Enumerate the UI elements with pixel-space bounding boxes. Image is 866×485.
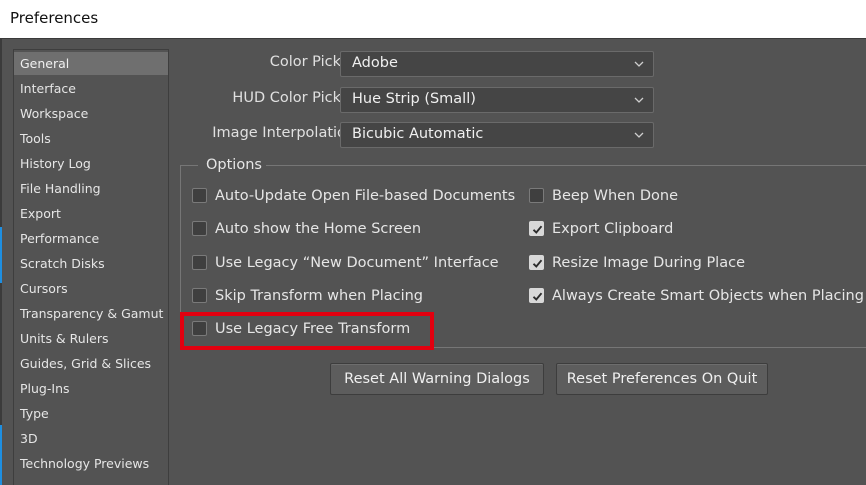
option-label: Auto show the Home Screen: [215, 221, 422, 237]
checkmark-icon: [532, 225, 543, 234]
checkbox[interactable]: [192, 288, 207, 303]
checkbox[interactable]: [529, 221, 544, 236]
option-label: Use Legacy “New Document” Interface: [215, 255, 499, 271]
options-group-border-top: [180, 165, 866, 166]
options-group-title: Options: [206, 157, 262, 173]
option-label: Skip Transform when Placing: [215, 288, 423, 304]
sidebar-item-guides-grid-slices[interactable]: Guides, Grid & Slices: [14, 352, 168, 375]
title-bar: Preferences: [0, 0, 866, 38]
color-picker-select[interactable]: Adobe: [340, 51, 654, 77]
sidebar-item-transparency-gamut[interactable]: Transparency & Gamut: [14, 302, 168, 325]
option-label: Beep When Done: [552, 188, 678, 204]
sidebar-item-file-handling[interactable]: File Handling: [14, 177, 168, 200]
image-interpolation-value: Bicubic Automatic: [352, 126, 484, 142]
hud-color-picker-value: Hue Strip (Small): [352, 91, 476, 107]
checkbox[interactable]: [192, 188, 207, 203]
window-title: Preferences: [10, 9, 99, 27]
sidebar-item-workspace[interactable]: Workspace: [14, 102, 168, 125]
reset-preferences-button[interactable]: Reset Preferences On Quit: [556, 363, 768, 395]
title-bar-divider: [0, 38, 866, 39]
sidebar-item-history-log[interactable]: History Log: [14, 152, 168, 175]
checkbox[interactable]: [529, 188, 544, 203]
highlight-box: [180, 312, 434, 350]
sidebar-item-3d[interactable]: 3D: [14, 427, 168, 450]
edge-accent-bottom: [0, 425, 2, 485]
image-interpolation-select[interactable]: Bicubic Automatic: [340, 122, 654, 148]
checkbox[interactable]: [529, 255, 544, 270]
sidebar-item-interface[interactable]: Interface: [14, 77, 168, 100]
sidebar-item-scratch-disks[interactable]: Scratch Disks: [14, 252, 168, 275]
image-interpolation-label: Image Interpolation:: [212, 125, 360, 141]
chevron-down-icon: [634, 61, 644, 67]
sidebar-item-performance[interactable]: Performance: [14, 227, 168, 250]
checkbox[interactable]: [529, 288, 544, 303]
checkmark-icon: [532, 292, 543, 301]
option-label: Export Clipboard: [552, 221, 674, 237]
checkmark-icon: [532, 259, 543, 268]
edge-accent-top: [0, 227, 2, 283]
sidebar-item-cursors[interactable]: Cursors: [14, 277, 168, 300]
hud-color-picker-select[interactable]: Hue Strip (Small): [340, 87, 654, 113]
sidebar-item-general[interactable]: General: [14, 52, 168, 75]
option-label: Always Create Smart Objects when Placing: [552, 288, 864, 304]
option-label: Auto-Update Open File-based Documents: [215, 188, 516, 204]
window-left-edge: [0, 39, 2, 485]
color-picker-value: Adobe: [352, 55, 398, 71]
sidebar-item-export[interactable]: Export: [14, 202, 168, 225]
chevron-down-icon: [634, 132, 644, 138]
checkbox[interactable]: [192, 255, 207, 270]
preferences-sidebar: General Interface Workspace Tools Histor…: [13, 49, 169, 485]
sidebar-item-plug-ins[interactable]: Plug-Ins: [14, 377, 168, 400]
sidebar-item-type[interactable]: Type: [14, 402, 168, 425]
checkbox[interactable]: [192, 221, 207, 236]
sidebar-item-technology-previews[interactable]: Technology Previews: [14, 452, 168, 475]
sidebar-item-units-rulers[interactable]: Units & Rulers: [14, 327, 168, 350]
chevron-down-icon: [634, 97, 644, 103]
sidebar-item-tools[interactable]: Tools: [14, 127, 168, 150]
reset-warning-dialogs-button[interactable]: Reset All Warning Dialogs: [330, 363, 544, 395]
option-label: Resize Image During Place: [552, 255, 745, 271]
